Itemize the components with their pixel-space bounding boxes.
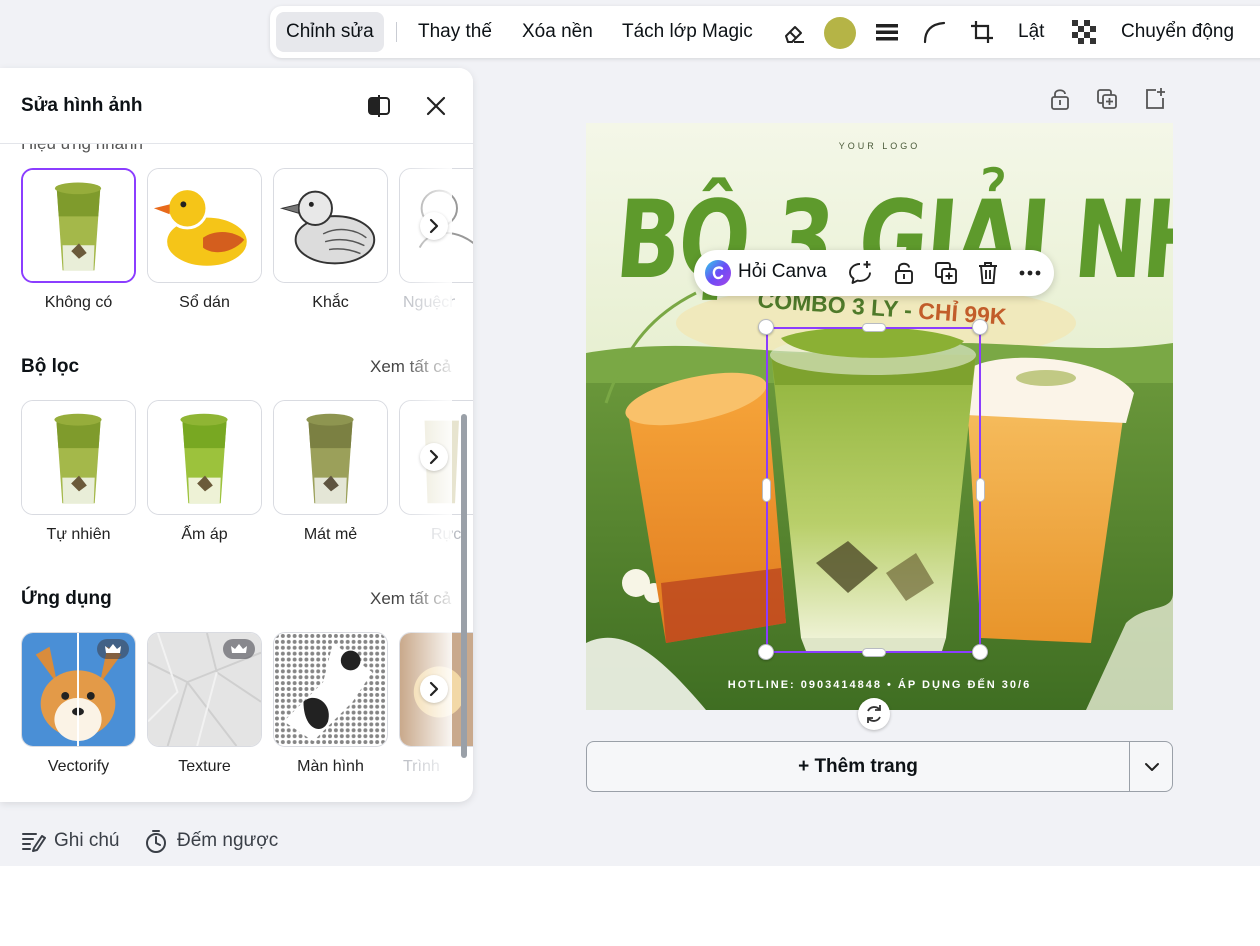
corner-rounding-icon[interactable] xyxy=(920,18,948,46)
effect-sticker-thumb[interactable] xyxy=(147,168,262,283)
timer-label: Đếm ngược xyxy=(177,830,279,851)
panel-header: Sửa hình ảnh xyxy=(0,68,473,144)
resize-handle-top-left[interactable] xyxy=(758,319,774,335)
context-toolbar: Chỉnh sửa Thay thế Xóa nền Tách lớp Magi… xyxy=(270,6,1260,58)
notes-icon xyxy=(22,833,46,852)
trash-icon[interactable] xyxy=(974,259,1002,287)
resize-handle-bottom[interactable] xyxy=(862,648,886,657)
premium-crown-icon xyxy=(97,639,129,659)
panel-scroll-area[interactable]: Hiệu ứng nhanh Không có Sổ dán Khắc Nguệ… xyxy=(0,144,473,802)
filters-see-all-link[interactable]: Xem tất cả xyxy=(370,357,451,377)
app-label: Vectorify xyxy=(47,758,110,775)
more-options-icon[interactable] xyxy=(1016,259,1044,287)
compare-icon[interactable] xyxy=(365,92,393,120)
chevron-right-icon[interactable] xyxy=(420,443,448,471)
app-label: Màn hình xyxy=(297,758,364,775)
resize-handle-top[interactable] xyxy=(862,323,886,332)
poster-hotline[interactable]: HOTLINE: 0903414848 • ÁP DỤNG ĐẾN 30/6 xyxy=(586,679,1173,691)
premium-crown-icon xyxy=(223,639,255,659)
flip-button[interactable]: Lật xyxy=(1018,12,1044,52)
timer-button[interactable]: Đếm ngược xyxy=(143,826,278,856)
edit-button[interactable]: Chỉnh sửa xyxy=(276,12,384,52)
edit-image-panel: Sửa hình ảnh Hiệu ứng nhanh Không có Sổ … xyxy=(0,68,473,802)
element-floating-menu: Hỏi Canva xyxy=(694,250,1054,296)
effect-engrave-thumb[interactable] xyxy=(273,168,388,283)
panel-scrollbar[interactable] xyxy=(461,414,467,758)
toolbar-divider xyxy=(396,22,397,42)
replace-button[interactable]: Thay thế xyxy=(418,12,492,52)
border-style-icon[interactable] xyxy=(873,18,901,46)
close-icon[interactable] xyxy=(422,92,450,120)
panel-title: Sửa hình ảnh xyxy=(21,95,143,116)
apps-section-title: Ứng dụng xyxy=(21,588,112,609)
poster-logo-text: YOUR LOGO xyxy=(838,141,921,151)
lock-icon[interactable] xyxy=(890,259,918,287)
app-texture-thumb[interactable] xyxy=(147,632,262,747)
ask-canva-button[interactable]: Hỏi Canva xyxy=(738,261,827,283)
lock-page-icon[interactable] xyxy=(1047,86,1073,112)
effect-label: Không có xyxy=(44,294,113,311)
selected-element-frame[interactable] xyxy=(766,327,981,653)
app-vectorify-thumb[interactable] xyxy=(21,632,136,747)
effect-none-thumb[interactable] xyxy=(21,168,136,283)
add-page-icon[interactable] xyxy=(1142,86,1168,112)
animate-button[interactable]: Chuyển động xyxy=(1121,12,1234,52)
magic-layers-button[interactable]: Tách lớp Magic xyxy=(622,12,753,52)
effect-label: Khắc xyxy=(312,294,349,311)
filter-natural-thumb[interactable] xyxy=(21,400,136,515)
transparency-icon[interactable] xyxy=(1070,18,1098,46)
effects-section-title: Hiệu ứng nhanh xyxy=(21,144,143,154)
resize-handle-bottom-right[interactable] xyxy=(972,644,988,660)
notes-label: Ghi chú xyxy=(54,830,120,851)
app-label: Texture xyxy=(178,758,231,775)
notes-button[interactable]: Ghi chú xyxy=(20,826,119,856)
filter-warm-thumb[interactable] xyxy=(147,400,262,515)
add-page-button[interactable]: + Thêm trang xyxy=(586,741,1130,792)
effect-label: Sổ dán xyxy=(179,294,230,311)
add-comment-icon[interactable] xyxy=(846,259,874,287)
add-page-options-button[interactable] xyxy=(1129,741,1173,792)
filter-cool-thumb[interactable] xyxy=(273,400,388,515)
app-label: Trình xyxy=(403,758,440,775)
filter-label: Mát mẻ xyxy=(303,526,358,543)
chevron-right-icon[interactable] xyxy=(420,675,448,703)
filter-label: Ấm áp xyxy=(181,526,228,543)
remove-background-button[interactable]: Xóa nền xyxy=(522,12,593,52)
resize-handle-right[interactable] xyxy=(976,478,985,502)
apps-see-all-link[interactable]: Xem tất cả xyxy=(370,589,451,609)
resize-handle-bottom-left[interactable] xyxy=(758,644,774,660)
chevron-down-icon xyxy=(1145,763,1159,771)
effect-label: Nguệch xyxy=(403,294,455,311)
timer-icon xyxy=(146,830,166,853)
crop-icon[interactable] xyxy=(968,18,996,46)
filters-section-title: Bộ lọc xyxy=(21,356,80,377)
duplicate-page-icon[interactable] xyxy=(1094,86,1120,112)
filter-label: Tự nhiên xyxy=(46,526,111,543)
poster-price: CHỈ 99K xyxy=(917,297,1008,330)
resize-handle-left[interactable] xyxy=(762,478,771,502)
chevron-right-icon[interactable] xyxy=(420,212,448,240)
resize-handle-top-right[interactable] xyxy=(972,319,988,335)
rotate-handle-icon[interactable] xyxy=(858,698,890,730)
app-screen-thumb[interactable] xyxy=(273,632,388,747)
duplicate-icon[interactable] xyxy=(932,259,960,287)
canva-assistant-icon xyxy=(705,260,731,286)
eraser-icon[interactable] xyxy=(780,18,808,46)
color-swatch-button[interactable] xyxy=(824,17,856,49)
